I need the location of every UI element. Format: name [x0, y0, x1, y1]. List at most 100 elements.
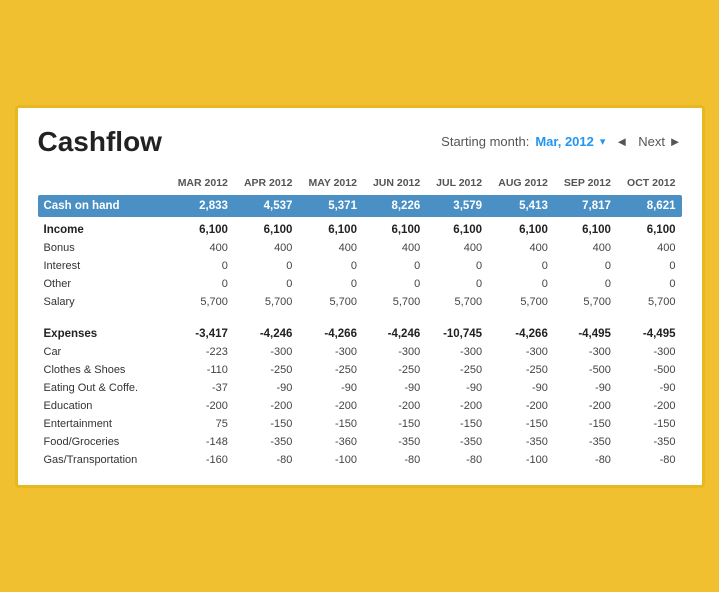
food-apr: -350 — [234, 433, 299, 451]
other-may: 0 — [298, 275, 363, 293]
income-total-apr: 6,100 — [234, 217, 299, 239]
car-jul: -300 — [426, 343, 488, 361]
gas-mar: -160 — [168, 451, 234, 469]
bonus-aug: 400 — [488, 239, 554, 257]
other-apr: 0 — [234, 275, 299, 293]
gas-jun: -80 — [363, 451, 426, 469]
clothes-mar: -110 — [168, 361, 234, 379]
prev-arrow[interactable]: ◄ — [611, 132, 632, 151]
clothes-apr: -250 — [234, 361, 299, 379]
food-label: Food/Groceries — [38, 433, 168, 451]
starting-month-value[interactable]: Mar, 2012 — [535, 134, 594, 149]
income-total-mar: 6,100 — [168, 217, 234, 239]
salary-row: Salary 5,700 5,700 5,700 5,700 5,700 5,7… — [38, 293, 682, 311]
salary-label: Salary — [38, 293, 168, 311]
gas-apr: -80 — [234, 451, 299, 469]
clothes-aug: -250 — [488, 361, 554, 379]
income-total-may: 6,100 — [298, 217, 363, 239]
clothes-oct: -500 — [617, 361, 682, 379]
bonus-mar: 400 — [168, 239, 234, 257]
interest-aug: 0 — [488, 257, 554, 275]
bonus-row: Bonus 400 400 400 400 400 400 400 400 — [38, 239, 682, 257]
eating-out-apr: -90 — [234, 379, 299, 397]
next-button[interactable]: Next ► — [638, 134, 681, 149]
interest-jun: 0 — [363, 257, 426, 275]
other-aug: 0 — [488, 275, 554, 293]
eating-out-label: Eating Out & Coffe. — [38, 379, 168, 397]
interest-sep: 0 — [554, 257, 617, 275]
food-may: -360 — [298, 433, 363, 451]
cash-on-hand-aug: 5,413 — [488, 195, 554, 217]
gas-sep: -80 — [554, 451, 617, 469]
gas-aug: -100 — [488, 451, 554, 469]
expenses-total-oct: -4,495 — [617, 321, 682, 343]
interest-row: Interest 0 0 0 0 0 0 0 0 — [38, 257, 682, 275]
clothes-label: Clothes & Shoes — [38, 361, 168, 379]
interest-label: Interest — [38, 257, 168, 275]
entertainment-jul: -150 — [426, 415, 488, 433]
expenses-total-jun: -4,246 — [363, 321, 426, 343]
cash-on-hand-sep: 7,817 — [554, 195, 617, 217]
entertainment-label: Entertainment — [38, 415, 168, 433]
other-oct: 0 — [617, 275, 682, 293]
food-jun: -350 — [363, 433, 426, 451]
salary-aug: 5,700 — [488, 293, 554, 311]
car-aug: -300 — [488, 343, 554, 361]
education-mar: -200 — [168, 397, 234, 415]
bonus-jun: 400 — [363, 239, 426, 257]
education-jun: -200 — [363, 397, 426, 415]
eating-out-oct: -90 — [617, 379, 682, 397]
salary-mar: 5,700 — [168, 293, 234, 311]
salary-jul: 5,700 — [426, 293, 488, 311]
car-label: Car — [38, 343, 168, 361]
expenses-total-jul: -10,745 — [426, 321, 488, 343]
cashflow-table: MAR 2012 APR 2012 MAY 2012 JUN 2012 JUL … — [38, 174, 682, 469]
income-total-jun: 6,100 — [363, 217, 426, 239]
interest-apr: 0 — [234, 257, 299, 275]
cash-on-hand-label: Cash on hand — [38, 195, 168, 217]
car-mar: -223 — [168, 343, 234, 361]
income-header-row: Income 6,100 6,100 6,100 6,100 6,100 6,1… — [38, 217, 682, 239]
education-oct: -200 — [617, 397, 682, 415]
other-jun: 0 — [363, 275, 426, 293]
col-apr2012: APR 2012 — [234, 174, 299, 195]
car-may: -300 — [298, 343, 363, 361]
interest-mar: 0 — [168, 257, 234, 275]
bonus-may: 400 — [298, 239, 363, 257]
car-oct: -300 — [617, 343, 682, 361]
income-total-sep: 6,100 — [554, 217, 617, 239]
page-title: Cashflow — [38, 126, 442, 158]
food-oct: -350 — [617, 433, 682, 451]
other-row: Other 0 0 0 0 0 0 0 0 — [38, 275, 682, 293]
bonus-sep: 400 — [554, 239, 617, 257]
other-sep: 0 — [554, 275, 617, 293]
entertainment-mar: 75 — [168, 415, 234, 433]
salary-jun: 5,700 — [363, 293, 426, 311]
bonus-jul: 400 — [426, 239, 488, 257]
cash-on-hand-jun: 8,226 — [363, 195, 426, 217]
cash-on-hand-oct: 8,621 — [617, 195, 682, 217]
car-sep: -300 — [554, 343, 617, 361]
car-row: Car -223 -300 -300 -300 -300 -300 -300 -… — [38, 343, 682, 361]
salary-oct: 5,700 — [617, 293, 682, 311]
gas-oct: -80 — [617, 451, 682, 469]
col-label — [38, 174, 168, 195]
income-total-jul: 6,100 — [426, 217, 488, 239]
clothes-may: -250 — [298, 361, 363, 379]
car-jun: -300 — [363, 343, 426, 361]
food-mar: -148 — [168, 433, 234, 451]
gas-row: Gas/Transportation -160 -80 -100 -80 -80… — [38, 451, 682, 469]
clothes-jun: -250 — [363, 361, 426, 379]
cash-on-hand-may: 5,371 — [298, 195, 363, 217]
spacer-row — [38, 311, 682, 321]
col-mar2012: MAR 2012 — [168, 174, 234, 195]
education-jul: -200 — [426, 397, 488, 415]
interest-oct: 0 — [617, 257, 682, 275]
education-aug: -200 — [488, 397, 554, 415]
interest-may: 0 — [298, 257, 363, 275]
salary-apr: 5,700 — [234, 293, 299, 311]
dropdown-icon[interactable]: ▾ — [600, 135, 606, 148]
education-label: Education — [38, 397, 168, 415]
education-apr: -200 — [234, 397, 299, 415]
expenses-header-row: Expenses -3,417 -4,246 -4,266 -4,246 -10… — [38, 321, 682, 343]
